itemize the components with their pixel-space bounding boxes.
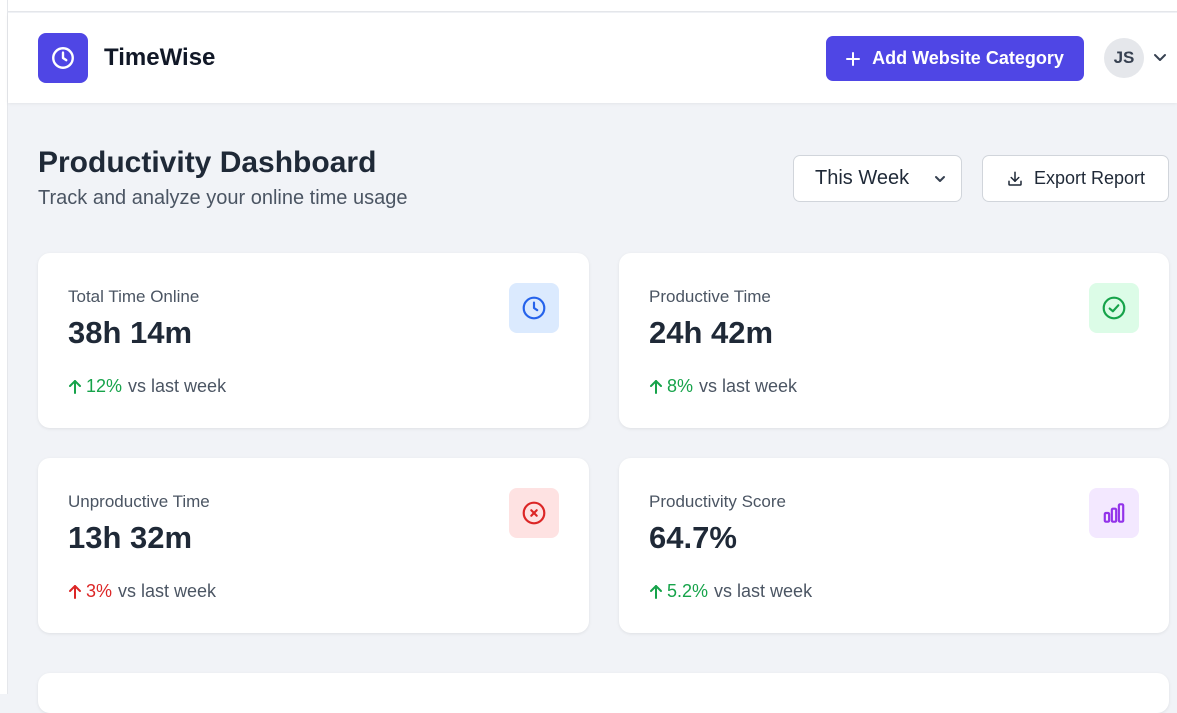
stat-value: 13h 32m	[68, 520, 193, 555]
clock-icon	[52, 47, 74, 69]
arrow-up-icon	[68, 584, 82, 600]
x-circle-icon	[509, 488, 559, 538]
stat-change: 12%	[86, 376, 123, 396]
stat-change: 3%	[86, 581, 113, 601]
brand-name: TimeWise	[104, 44, 216, 71]
app-header: TimeWise Add Website Category JS	[8, 13, 1177, 103]
stat-compare: vs last week	[128, 376, 227, 396]
stat-change: 8%	[667, 376, 694, 396]
page-title: Productivity Dashboard	[38, 146, 377, 179]
download-icon	[1008, 171, 1022, 186]
period-select-value: This Week	[815, 167, 910, 189]
stat-change: 5.2%	[667, 581, 709, 601]
stat-card-productivity-score: Productivity Score 64.7% 5.2% vs last we…	[619, 458, 1169, 633]
clock-icon	[509, 283, 559, 333]
export-report-label: Export Report	[1033, 168, 1146, 188]
logo[interactable]	[38, 33, 88, 83]
stat-value: 38h 14m	[68, 315, 193, 350]
arrow-up-icon	[68, 379, 82, 395]
stat-trend: 5.2% vs last week	[649, 581, 812, 602]
stat-label: Productivity Score	[649, 492, 786, 511]
period-select[interactable]: This Week	[793, 155, 962, 202]
add-website-category-label: Add Website Category	[872, 48, 1064, 68]
stat-trend: 3% vs last week	[68, 581, 216, 602]
stat-compare: vs last week	[699, 376, 798, 396]
stat-card-productive-time: Productive Time 24h 42m 8% vs last week	[619, 253, 1169, 428]
arrow-up-icon	[649, 379, 663, 395]
add-website-category-button[interactable]: Add Website Category	[826, 36, 1084, 81]
content-panel	[38, 673, 1169, 713]
stat-compare: vs last week	[714, 581, 813, 601]
plus-icon	[846, 51, 861, 66]
chevron-down-icon[interactable]	[1152, 49, 1168, 65]
stat-value: 64.7%	[649, 520, 737, 555]
stat-label: Productive Time	[649, 287, 771, 306]
stat-value: 24h 42m	[649, 315, 774, 350]
stat-label: Unproductive Time	[68, 492, 210, 511]
stat-trend: 12% vs last week	[68, 376, 226, 397]
bar-chart-icon	[1089, 488, 1139, 538]
stat-card-unproductive-time: Unproductive Time 13h 32m 3% vs last wee…	[38, 458, 589, 633]
avatar[interactable]: JS	[1104, 38, 1144, 78]
top-strip	[0, 0, 1177, 12]
stat-trend: 8% vs last week	[649, 376, 797, 397]
stat-label: Total Time Online	[68, 287, 200, 306]
stat-card-total-time: Total Time Online 38h 14m 12% vs last we…	[38, 253, 589, 428]
page-subtitle: Track and analyze your online time usage	[38, 187, 408, 209]
left-edge	[0, 0, 8, 694]
arrow-up-icon	[649, 584, 663, 600]
export-report-button[interactable]: Export Report	[982, 155, 1169, 202]
chevron-down-icon	[935, 176, 945, 182]
check-circle-icon	[1089, 283, 1139, 333]
stat-compare: vs last week	[118, 581, 217, 601]
